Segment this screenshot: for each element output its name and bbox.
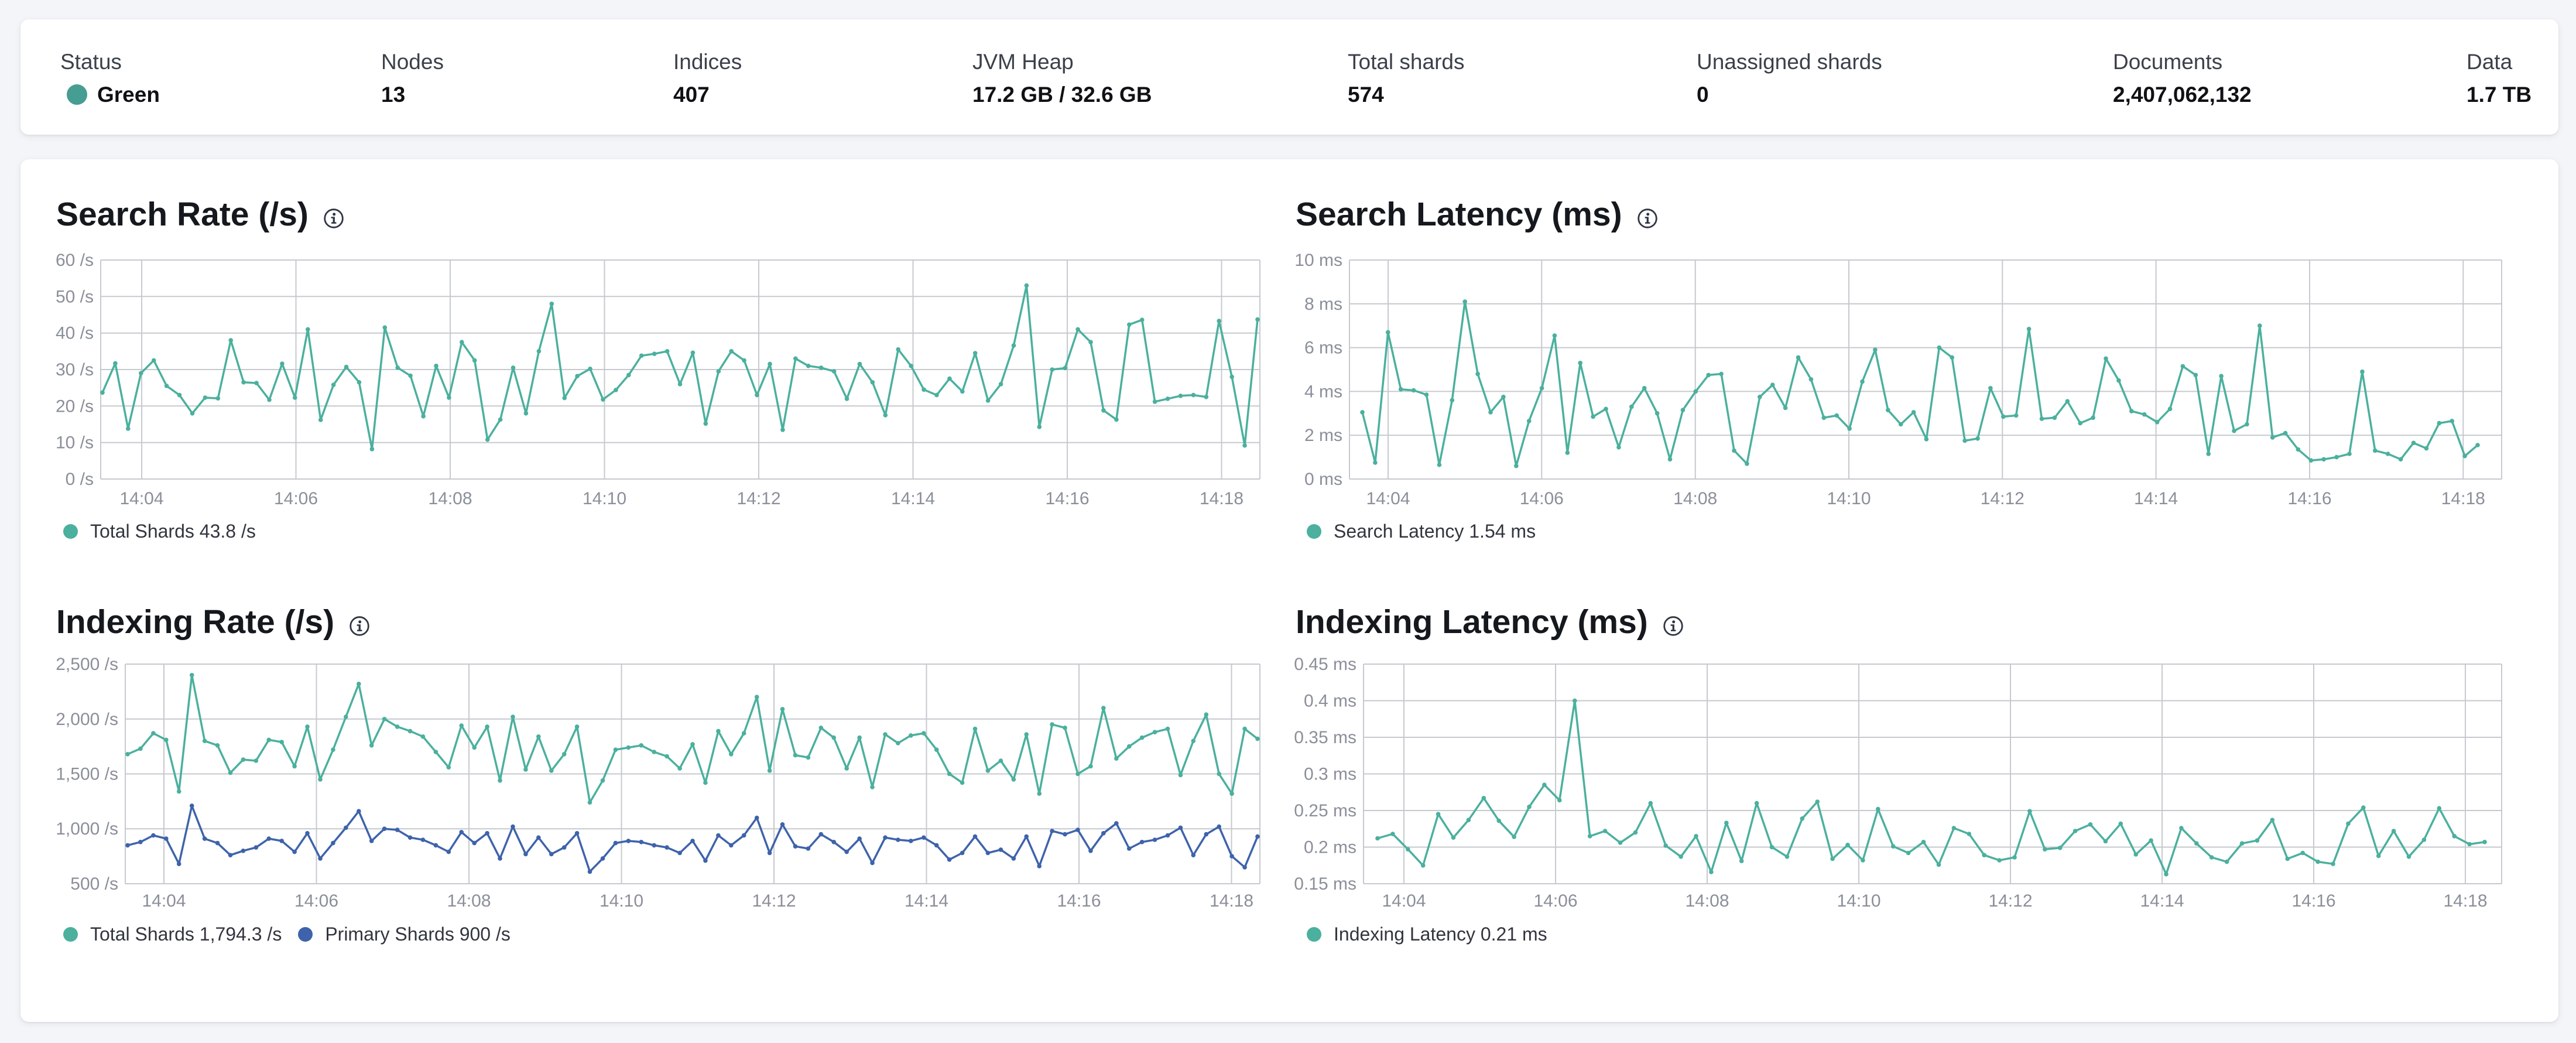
svg-text:14:04: 14:04 [119,489,163,508]
svg-text:6 ms: 6 ms [1304,338,1342,358]
svg-text:14:06: 14:06 [294,891,338,911]
svg-text:14:14: 14:14 [891,489,935,508]
svg-text:14:12: 14:12 [1988,891,2032,911]
svg-text:14:18: 14:18 [1200,489,1244,508]
svg-text:14:08: 14:08 [428,489,472,508]
svg-text:14:08: 14:08 [447,891,491,911]
svg-text:14:18: 14:18 [2441,489,2485,508]
svg-text:2,500 /s: 2,500 /s [56,655,118,674]
svg-text:4 ms: 4 ms [1304,382,1342,401]
svg-text:14:10: 14:10 [1827,489,1871,508]
svg-text:14:10: 14:10 [583,489,626,508]
svg-text:14:08: 14:08 [1673,489,1717,508]
svg-text:0.3 ms: 0.3 ms [1304,765,1356,784]
svg-text:14:16: 14:16 [1045,489,1089,508]
svg-text:0.4 ms: 0.4 ms [1304,692,1356,711]
svg-text:14:04: 14:04 [1366,489,1410,508]
svg-text:14:10: 14:10 [600,891,643,911]
svg-text:14:18: 14:18 [2443,891,2487,911]
svg-text:1,000 /s: 1,000 /s [56,819,118,839]
svg-text:14:10: 14:10 [1837,891,1880,911]
svg-text:14:06: 14:06 [1533,891,1577,911]
svg-text:2 ms: 2 ms [1304,426,1342,445]
svg-text:8 ms: 8 ms [1304,295,1342,314]
svg-text:0.2 ms: 0.2 ms [1304,838,1356,857]
svg-text:14:16: 14:16 [2291,891,2335,911]
svg-text:500 /s: 500 /s [70,874,118,894]
svg-text:14:04: 14:04 [1382,891,1426,911]
svg-text:14:16: 14:16 [2287,489,2331,508]
svg-text:14:06: 14:06 [1520,489,1564,508]
svg-text:14:14: 14:14 [2134,489,2178,508]
svg-text:14:12: 14:12 [752,891,796,911]
svg-text:50 /s: 50 /s [56,287,94,306]
svg-text:0.45 ms: 0.45 ms [1294,655,1356,674]
svg-text:0.25 ms: 0.25 ms [1294,801,1356,820]
svg-text:10 /s: 10 /s [56,433,94,453]
svg-text:10 ms: 10 ms [1294,251,1342,270]
svg-text:30 /s: 30 /s [56,360,94,379]
svg-text:14:12: 14:12 [737,489,780,508]
svg-text:20 /s: 20 /s [56,396,94,416]
svg-text:0.15 ms: 0.15 ms [1294,874,1356,894]
svg-text:14:14: 14:14 [905,891,948,911]
svg-text:2,000 /s: 2,000 /s [56,710,118,729]
svg-text:0.35 ms: 0.35 ms [1294,728,1356,747]
svg-text:0 ms: 0 ms [1304,470,1342,489]
svg-text:14:12: 14:12 [1981,489,2025,508]
svg-text:14:18: 14:18 [1210,891,1253,911]
svg-text:0 /s: 0 /s [66,470,94,489]
svg-text:60 /s: 60 /s [56,251,94,270]
svg-text:1,500 /s: 1,500 /s [56,765,118,784]
svg-text:14:14: 14:14 [2140,891,2184,911]
svg-text:14:08: 14:08 [1685,891,1729,911]
svg-text:14:04: 14:04 [142,891,186,911]
svg-text:14:16: 14:16 [1057,891,1101,911]
svg-text:14:06: 14:06 [274,489,318,508]
svg-text:40 /s: 40 /s [56,324,94,343]
